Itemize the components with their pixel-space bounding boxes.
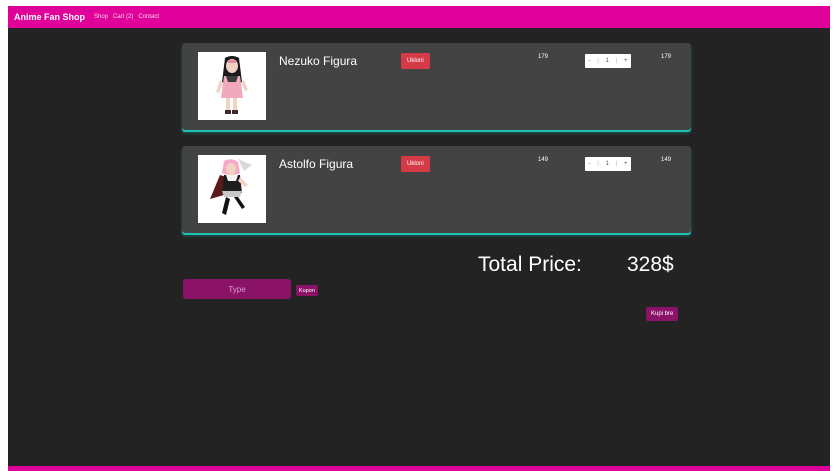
remove-item-button[interactable]: Ukloni [401,156,430,172]
nav-link-cart[interactable]: Cart (2) [113,14,133,20]
nezuko-figure-icon [198,52,266,120]
quantity-value[interactable]: 1 [604,58,611,64]
product-image-nezuko [198,52,266,120]
cart-item-card: Nezuko Figura Ukloni 179 - | 1 | + 179 [182,43,691,130]
increment-button[interactable]: + [622,161,630,167]
checkout-button[interactable]: Kupi bre [646,307,679,321]
quantity-stepper: - | 1 | + [585,157,631,171]
quantity-stepper: - | 1 | + [585,54,631,68]
nav-link-shop[interactable]: Shop [94,14,108,20]
stepper-divider: | [615,58,618,64]
stepper-divider: | [597,161,599,167]
stepper-divider: | [615,161,618,167]
coupon-input[interactable] [183,279,291,299]
astolfo-figure-icon [198,155,266,223]
stepper-divider: | [597,58,599,64]
brand-logo[interactable]: Anime Fan Shop [14,12,85,22]
decrement-button[interactable]: - [586,161,592,167]
cart-item-card: Astolfo Figura Ukloni 149 - | 1 | + 149 [182,146,691,233]
decrement-button[interactable]: - [586,58,592,64]
line-total: 179 [661,54,672,60]
product-image-astolfo [198,155,266,223]
nav-link-contact[interactable]: Contact [138,14,159,20]
unit-price: 149 [538,157,549,163]
line-total: 149 [661,157,672,163]
increment-button[interactable]: + [622,58,630,64]
navbar: Anime Fan Shop Shop Cart (2) Contact [8,6,830,28]
quantity-value[interactable]: 1 [604,161,611,167]
apply-coupon-button[interactable]: Kupon [296,285,318,296]
unit-price: 179 [538,54,549,60]
footer [8,466,830,471]
main-content: Nezuko Figura Ukloni 179 - | 1 | + 179 A… [8,28,830,466]
product-name: Astolfo Figura [279,157,354,171]
total-price-value: 328$ [627,253,674,276]
product-name: Nezuko Figura [279,54,358,68]
remove-item-button[interactable]: Ukloni [401,53,430,69]
total-price-label: Total Price: [478,253,582,276]
